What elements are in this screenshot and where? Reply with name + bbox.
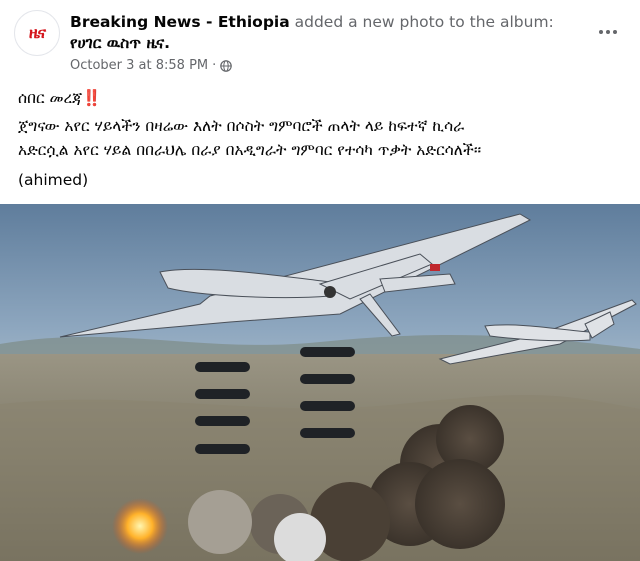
action-text: added a new photo to the album: (289, 13, 554, 31)
post-timestamp[interactable]: October 3 at 8:58 PM (70, 58, 208, 73)
more-options-icon[interactable] (594, 22, 622, 42)
post-headline: ሰበር መረጃ‼️ (18, 89, 102, 107)
avatar-logo: ዜና (19, 15, 55, 51)
page-name-link[interactable]: Breaking News - Ethiopia (70, 13, 290, 31)
globe-icon[interactable] (220, 59, 233, 72)
post-photo[interactable] (0, 204, 640, 561)
post-body-line-1: ጀግናው አየር ሃይላችን በዛሬው እለት በሶስት ግምባሮች ጠላት ላ… (18, 117, 465, 135)
post-attribution: Breaking News - Ethiopia added a new pho… (70, 12, 570, 54)
post-credit: (ahimed) (18, 171, 89, 189)
drone-strike-image (0, 204, 640, 561)
post-header: ዜና Breaking News - Ethiopia added a new … (0, 0, 640, 80)
post-message: ሰበር መረጃ‼️ ጀግናው አየር ሃይላችን በዛሬው እለት በሶስት ግ… (18, 86, 628, 192)
post-body-line-2: አድርሷል አየር ሃይል በበራህሌ በራያ በአዲግራት ግምባር የተሳካ… (18, 141, 482, 159)
page-avatar[interactable]: ዜና (14, 10, 60, 56)
album-link[interactable]: የሀገር ዉስጥ ዜና. (70, 34, 170, 52)
headline-emoji: ‼️ (82, 89, 102, 107)
post-meta: October 3 at 8:58 PM · (70, 58, 233, 73)
meta-separator: · (212, 58, 217, 73)
